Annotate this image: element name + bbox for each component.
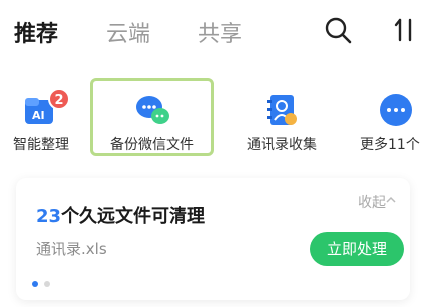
shortcut-label: 更多11个 [360, 137, 420, 153]
chevron-up-icon[interactable] [386, 195, 396, 205]
process-now-button[interactable]: 立即处理 [310, 232, 404, 266]
page-dot [44, 281, 50, 287]
shortcut-more[interactable]: 更多11个 [356, 88, 422, 160]
notification-badge: 2 [48, 88, 70, 110]
collapse-button[interactable]: 收起 [358, 192, 386, 212]
contacts-collect-icon [267, 95, 297, 125]
svg-text:AI: AI [32, 109, 45, 122]
file-name: 通讯录.xls [36, 240, 107, 258]
card-title-text: 个久远文件可清理 [61, 206, 206, 227]
shortcut-label: 智能整理 [13, 137, 69, 153]
search-icon[interactable] [324, 16, 352, 44]
page-indicator [32, 272, 56, 291]
page-dot-active [32, 281, 38, 287]
more-icon [380, 94, 412, 126]
sort-icon[interactable] [394, 16, 422, 44]
tab-recommended[interactable]: 推荐 [14, 16, 58, 48]
card-title: 23个久远文件可清理 [36, 202, 205, 228]
old-file-count: 23 [36, 206, 62, 227]
tab-share[interactable]: 共享 [198, 16, 242, 48]
shortcut-contacts-collect[interactable]: 通讯录收集 [236, 88, 328, 160]
shortcut-label: 通讯录收集 [247, 137, 317, 153]
cleanup-card: 23个久远文件可清理 收起 通讯录.xls 立即处理 [16, 178, 410, 300]
top-tabs: 推荐 云端 共享 [0, 0, 422, 62]
tab-cloud[interactable]: 云端 [106, 16, 150, 48]
selection-highlight [90, 78, 214, 156]
